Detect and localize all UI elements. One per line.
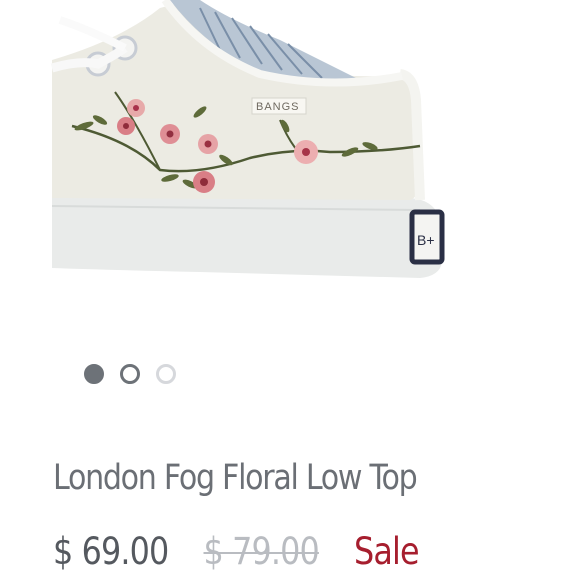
product-title: London Fog Floral Low Top bbox=[53, 458, 418, 498]
brand-tag-text: BANGS bbox=[256, 101, 300, 113]
product-image: B+ BANGS bbox=[50, 0, 445, 278]
heel-badge-text: B+ bbox=[417, 232, 435, 248]
price-original: $ 79.00 bbox=[203, 530, 320, 573]
carousel-dot-2[interactable] bbox=[120, 364, 140, 384]
sale-badge: Sale bbox=[354, 530, 420, 573]
price-current: $ 69.00 bbox=[53, 530, 169, 573]
price-row: $ 69.00 $ 79.00 Sale bbox=[53, 530, 420, 580]
carousel-dots bbox=[84, 362, 192, 386]
carousel-dot-1[interactable] bbox=[84, 364, 104, 384]
carousel-dot-3[interactable] bbox=[156, 364, 176, 384]
